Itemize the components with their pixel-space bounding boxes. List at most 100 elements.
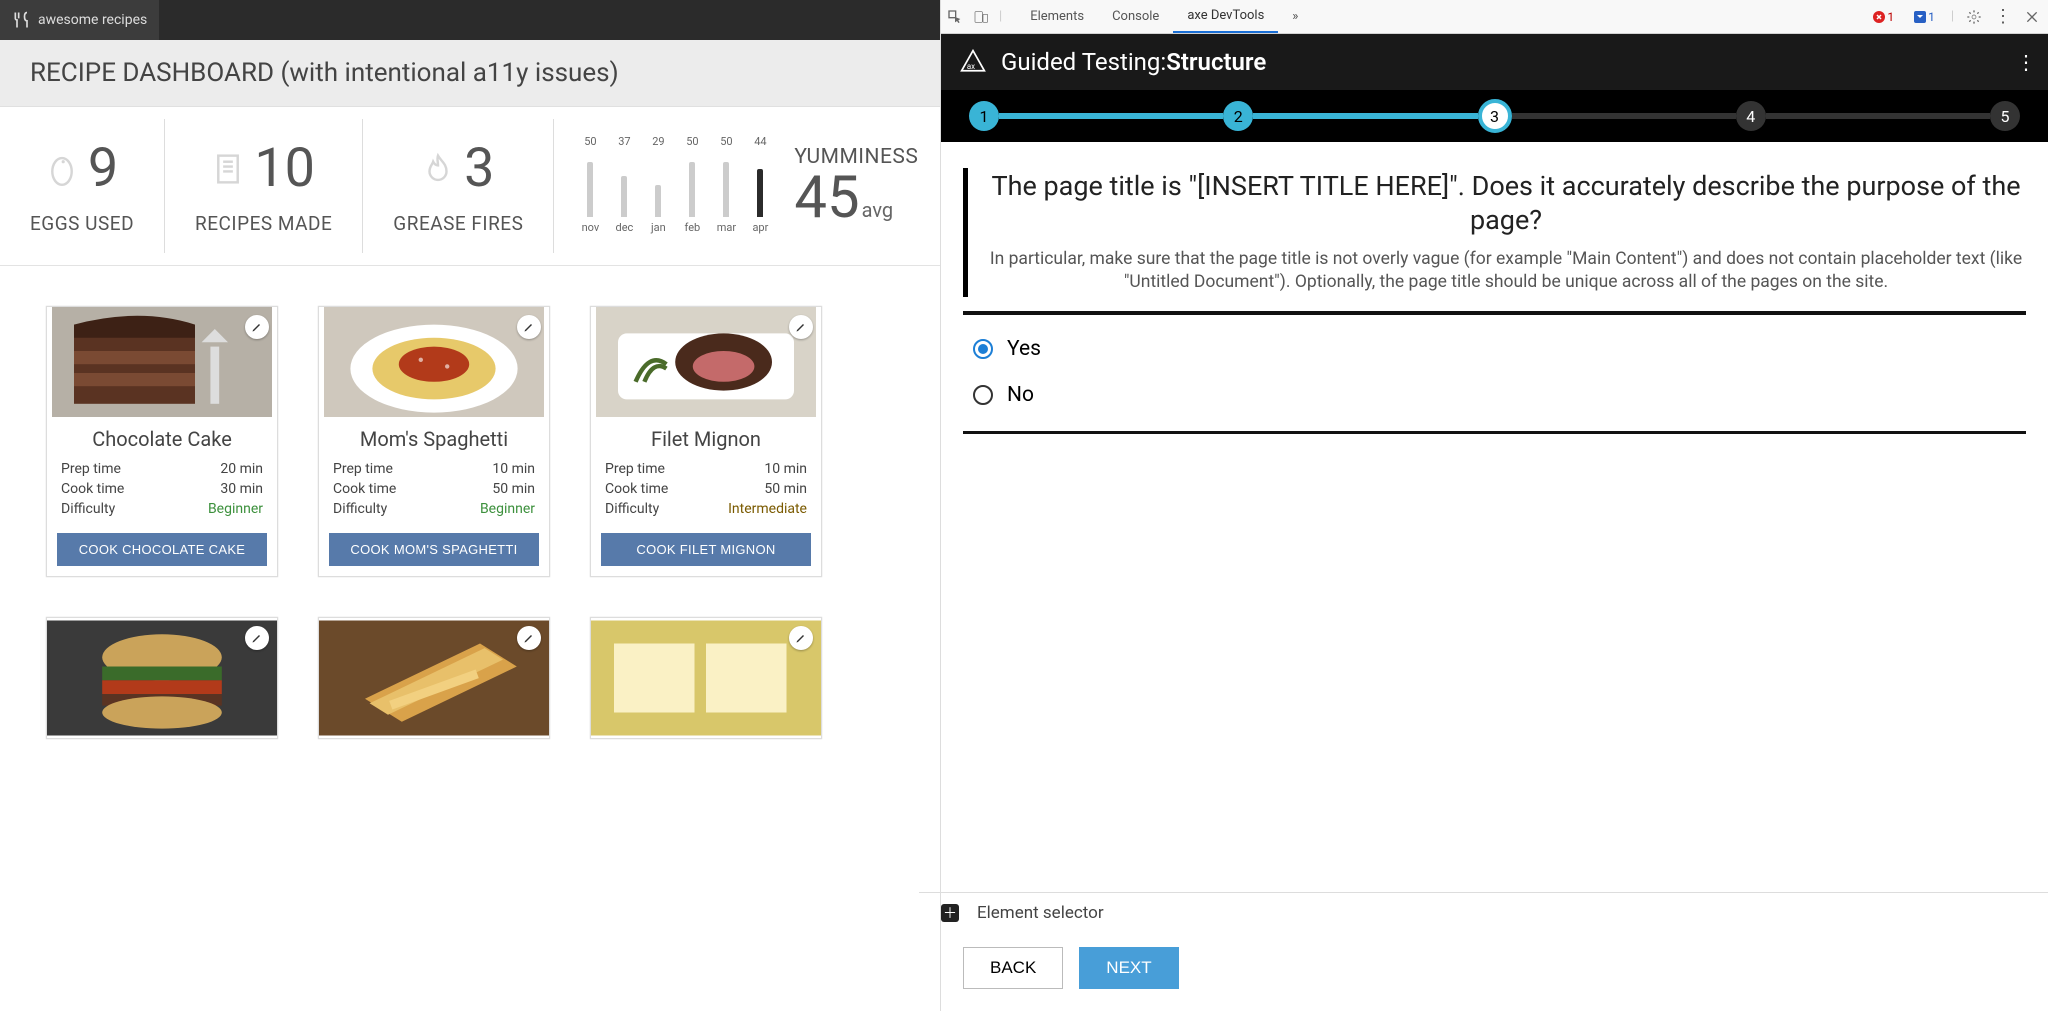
webpage-pane: awesome recipes RECIPE DASHBOARD (with i… bbox=[0, 0, 940, 1011]
axe-title-prefix: Guided Testing: bbox=[1001, 48, 1166, 76]
recipe-image bbox=[591, 307, 821, 417]
recipe-grid: Chocolate CakePrep time20 minCook time30… bbox=[0, 266, 940, 779]
chart-value: 37 bbox=[618, 135, 630, 148]
option-no-label: No bbox=[1007, 383, 1034, 407]
edit-button[interactable] bbox=[517, 315, 541, 339]
svg-text:ax: ax bbox=[967, 62, 975, 71]
page-title: RECIPE DASHBOARD (with intentional a11y … bbox=[0, 40, 940, 107]
recipe-card bbox=[590, 617, 822, 739]
chart-col-mar: 50 mar bbox=[716, 135, 736, 234]
step-1[interactable]: 1 bbox=[969, 101, 999, 131]
chart-month: apr bbox=[752, 221, 768, 234]
brand-label: awesome recipes bbox=[38, 12, 147, 28]
diff-label: Difficulty bbox=[605, 501, 659, 517]
edit-button[interactable] bbox=[789, 315, 813, 339]
tab-console[interactable]: Console bbox=[1098, 0, 1173, 33]
back-button[interactable]: BACK bbox=[963, 947, 1063, 989]
next-button[interactable]: NEXT bbox=[1079, 947, 1178, 989]
cook-label: Cook time bbox=[333, 481, 396, 497]
cook-value: 50 min bbox=[492, 481, 535, 497]
cook-value: 30 min bbox=[220, 481, 263, 497]
step-5[interactable]: 5 bbox=[1990, 101, 2020, 131]
radio-no[interactable] bbox=[973, 385, 993, 405]
diff-label: Difficulty bbox=[61, 501, 115, 517]
close-icon[interactable] bbox=[2024, 9, 2040, 25]
stat-fires: 3 GREASE FIRES bbox=[362, 119, 553, 253]
step-indicator: 1 2 3 4 5 bbox=[941, 90, 2048, 142]
plus-icon[interactable]: ＋ bbox=[941, 904, 959, 922]
recipe-title: Mom's Spaghetti bbox=[333, 427, 535, 451]
stat-recipes-value: 10 bbox=[254, 137, 315, 200]
stat-fires-value: 3 bbox=[464, 137, 494, 200]
radio-yes[interactable] bbox=[973, 339, 993, 359]
tab-axe-devtools[interactable]: axe DevTools bbox=[1173, 0, 1278, 33]
recipe-card bbox=[318, 617, 550, 739]
prep-label: Prep time bbox=[333, 461, 393, 477]
devtools-pane: | Elements Console axe DevTools » 1 1 | … bbox=[940, 0, 2048, 1011]
recipe-image bbox=[47, 618, 277, 738]
cook-button[interactable]: COOK CHOCOLATE CAKE bbox=[57, 533, 267, 566]
chart-value: 29 bbox=[652, 135, 664, 148]
devtools-toolbar: | Elements Console axe DevTools » 1 1 | … bbox=[941, 0, 2048, 34]
stat-fires-label: GREASE FIRES bbox=[393, 212, 523, 235]
chart-value: 50 bbox=[686, 135, 698, 148]
site-topbar: awesome recipes bbox=[0, 0, 940, 40]
question-hint: In particular, make sure that the page t… bbox=[986, 248, 2026, 295]
yumminess-value: 45 bbox=[794, 169, 859, 227]
chart-month: dec bbox=[615, 221, 633, 234]
error-badge[interactable]: 1 bbox=[1869, 9, 1898, 25]
chart-month: nov bbox=[582, 221, 600, 234]
kebab-menu-icon[interactable]: ⋮ bbox=[1994, 6, 2012, 27]
recipe-title: Filet Mignon bbox=[605, 427, 807, 451]
chart-col-dec: 37 dec bbox=[614, 135, 634, 234]
list-icon bbox=[212, 152, 244, 186]
tab-elements[interactable]: Elements bbox=[1016, 0, 1098, 33]
stats-row: 9 EGGS USED 10 RECIPES MADE 3 GREASE FIR… bbox=[0, 107, 940, 266]
option-no[interactable]: No bbox=[973, 383, 2026, 407]
option-yes-label: Yes bbox=[1007, 337, 1041, 361]
stat-eggs: 9 EGGS USED bbox=[0, 119, 164, 253]
gear-icon[interactable] bbox=[1966, 9, 1982, 25]
edit-button[interactable] bbox=[245, 626, 269, 650]
inspect-icon[interactable] bbox=[947, 9, 963, 25]
stat-eggs-value: 9 bbox=[88, 137, 118, 200]
step-3[interactable]: 3 bbox=[1478, 99, 1512, 133]
prep-value: 10 min bbox=[764, 461, 807, 477]
recipe-image bbox=[47, 307, 277, 417]
brand[interactable]: awesome recipes bbox=[0, 0, 159, 40]
egg-icon bbox=[46, 152, 78, 186]
recipe-title: Chocolate Cake bbox=[61, 427, 263, 451]
bar-chart: 50nov37dec29jan50feb50mar44apr bbox=[580, 136, 770, 236]
edit-button[interactable] bbox=[789, 626, 813, 650]
question-text: The page title is "[INSERT TITLE HERE]".… bbox=[986, 170, 2026, 238]
edit-button[interactable] bbox=[245, 315, 269, 339]
cook-button[interactable]: COOK MOM'S SPAGHETTI bbox=[329, 533, 539, 566]
element-selector-label: Element selector bbox=[977, 903, 1104, 923]
diff-label: Difficulty bbox=[333, 501, 387, 517]
edit-button[interactable] bbox=[517, 626, 541, 650]
step-4[interactable]: 4 bbox=[1736, 101, 1766, 131]
utensils-icon bbox=[12, 10, 32, 30]
flame-icon bbox=[422, 152, 454, 186]
option-yes[interactable]: Yes bbox=[973, 337, 2026, 361]
chart-value: 50 bbox=[720, 135, 732, 148]
axe-title-strong: Structure bbox=[1166, 48, 1266, 76]
chart-col-jan: 29jan bbox=[648, 135, 668, 234]
step-2[interactable]: 2 bbox=[1223, 101, 1253, 131]
cook-button[interactable]: COOK FILET MIGNON bbox=[601, 533, 811, 566]
axe-menu-icon[interactable]: ⋮ bbox=[2016, 50, 2036, 74]
prep-label: Prep time bbox=[61, 461, 121, 477]
recipe-image bbox=[319, 618, 549, 738]
diff-value: Beginner bbox=[480, 501, 535, 517]
recipe-card: Filet MignonPrep time10 minCook time50 m… bbox=[590, 306, 822, 577]
cook-label: Cook time bbox=[605, 481, 668, 497]
chart-month: mar bbox=[717, 221, 736, 234]
element-selector-row[interactable]: ＋ Element selector bbox=[919, 892, 2048, 933]
tabs-overflow[interactable]: » bbox=[1278, 0, 1312, 33]
device-toggle-icon[interactable] bbox=[973, 9, 989, 25]
recipe-card: Mom's SpaghettiPrep time10 minCook time5… bbox=[318, 306, 550, 577]
stat-eggs-label: EGGS USED bbox=[30, 212, 134, 235]
recipe-card bbox=[46, 617, 278, 739]
axe-footer: BACK NEXT bbox=[941, 933, 2048, 1011]
info-badge[interactable]: 1 bbox=[1910, 9, 1939, 25]
